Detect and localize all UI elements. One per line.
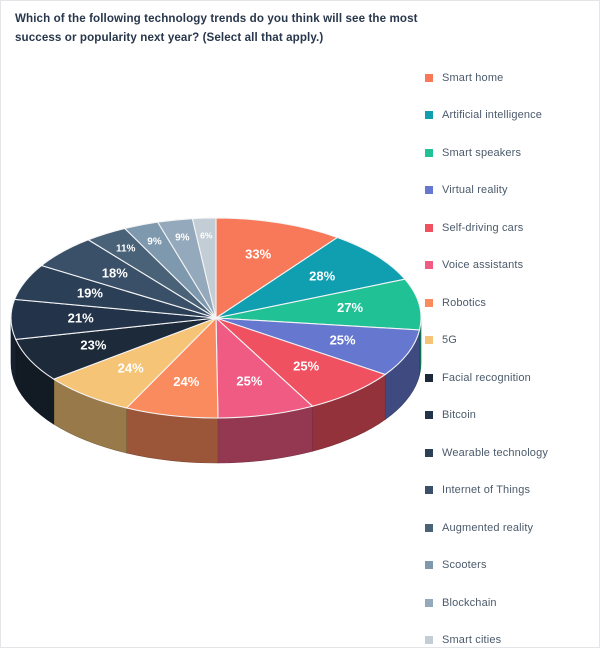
legend-item[interactable]: Smart speakers <box>425 134 597 172</box>
legend-item[interactable]: Virtual reality <box>425 172 597 210</box>
pie-chart-svg: 33% 28% 27% 25% 25% 25% 24% 24% 23% 21% 19% 18% 11% 9… <box>10 217 422 464</box>
legend-item[interactable]: 5G <box>425 322 597 360</box>
pie-slice-value-label: 25% <box>236 373 262 388</box>
legend-swatch-icon <box>425 561 433 570</box>
legend-item-label: Facial recognition <box>442 371 531 384</box>
legend-swatch-icon <box>425 298 433 307</box>
pie-chart: 33% 28% 27% 25% 25% 25% 24% 24% 23% 21% 19% 18% 11% 9… <box>1 181 431 501</box>
legend-swatch-icon <box>425 598 433 607</box>
legend-item[interactable]: Self-driving cars <box>425 209 597 247</box>
legend-item-label: Smart speakers <box>442 146 522 159</box>
legend-item[interactable]: Voice assistants <box>425 247 597 285</box>
legend-item-label: Artificial intelligence <box>442 109 543 122</box>
pie-slice-value-label: 11% <box>116 243 136 254</box>
pie-slice-value-label: 24% <box>118 361 144 376</box>
pie-slice-value-label: 9% <box>147 236 162 247</box>
legend-item[interactable]: Artificial intelligence <box>425 97 597 135</box>
legend-item[interactable]: Scooters <box>425 547 597 585</box>
legend-swatch-icon <box>425 73 433 82</box>
legend-item-label: Voice assistants <box>442 259 524 272</box>
legend-item-label: Self-driving cars <box>442 221 524 234</box>
legend-item[interactable]: Wearable technology <box>425 434 597 472</box>
legend-item[interactable]: Smart home <box>425 59 597 97</box>
legend-item-label: Augmented reality <box>442 521 534 534</box>
pie-slice-value-label: 21% <box>68 310 94 325</box>
legend-item[interactable]: Smart cities <box>425 622 597 648</box>
legend-item-label: Smart cities <box>442 634 502 647</box>
pie-slice-value-label: 6% <box>200 230 213 240</box>
page-title: Which of the following technology trends… <box>15 12 418 44</box>
legend-item[interactable]: Internet of Things <box>425 472 597 510</box>
legend-item-label: Robotics <box>442 296 486 309</box>
legend-item[interactable]: Augmented reality <box>425 509 597 547</box>
legend-item-label: Internet of Things <box>442 484 531 497</box>
pie-slice-value-label: 33% <box>245 247 271 262</box>
legend-swatch-icon <box>425 186 433 195</box>
legend-item[interactable]: Blockchain <box>425 584 597 622</box>
legend-swatch-icon <box>425 261 433 270</box>
pie-slice-value-label: 18% <box>102 266 128 281</box>
legend-item-label: Smart home <box>442 71 504 84</box>
chart-card: Which of the following technology trends… <box>0 0 600 648</box>
legend-swatch-icon <box>425 223 433 232</box>
legend-swatch-icon <box>425 636 433 645</box>
legend-swatch-icon <box>425 373 433 382</box>
legend-swatch-icon <box>425 523 433 532</box>
pie-slice-value-label: 25% <box>293 359 319 374</box>
legend-swatch-icon <box>425 148 433 157</box>
legend-swatch-icon <box>425 336 433 345</box>
pie-slice-value-label: 25% <box>330 333 356 348</box>
legend-item[interactable]: Facial recognition <box>425 359 597 397</box>
pie-slice-value-label: 28% <box>309 269 335 284</box>
pie-slice-value-label: 24% <box>173 374 199 389</box>
pie-slice-value-label: 19% <box>77 286 103 301</box>
legend-item-label: Virtual reality <box>442 184 508 197</box>
pie-slice-value-label: 27% <box>337 300 363 315</box>
legend-item[interactable]: Bitcoin <box>425 397 597 435</box>
legend-item-label: Bitcoin <box>442 409 477 422</box>
legend-swatch-icon <box>425 411 433 420</box>
legend-item-label: 5G <box>442 334 457 347</box>
legend-item-label: Blockchain <box>442 596 497 609</box>
legend-swatch-icon <box>425 486 433 495</box>
legend-item-label: Scooters <box>442 559 487 572</box>
legend-swatch-icon <box>425 448 433 457</box>
legend-item[interactable]: Robotics <box>425 284 597 322</box>
legend-item-label: Wearable technology <box>442 446 548 459</box>
legend: Smart home Artificial intelligence Smart s… <box>425 59 597 648</box>
pie-slice-value-label: 9% <box>175 232 190 243</box>
legend-swatch-icon <box>425 111 433 120</box>
pie-slice-value-label: 23% <box>80 337 106 352</box>
